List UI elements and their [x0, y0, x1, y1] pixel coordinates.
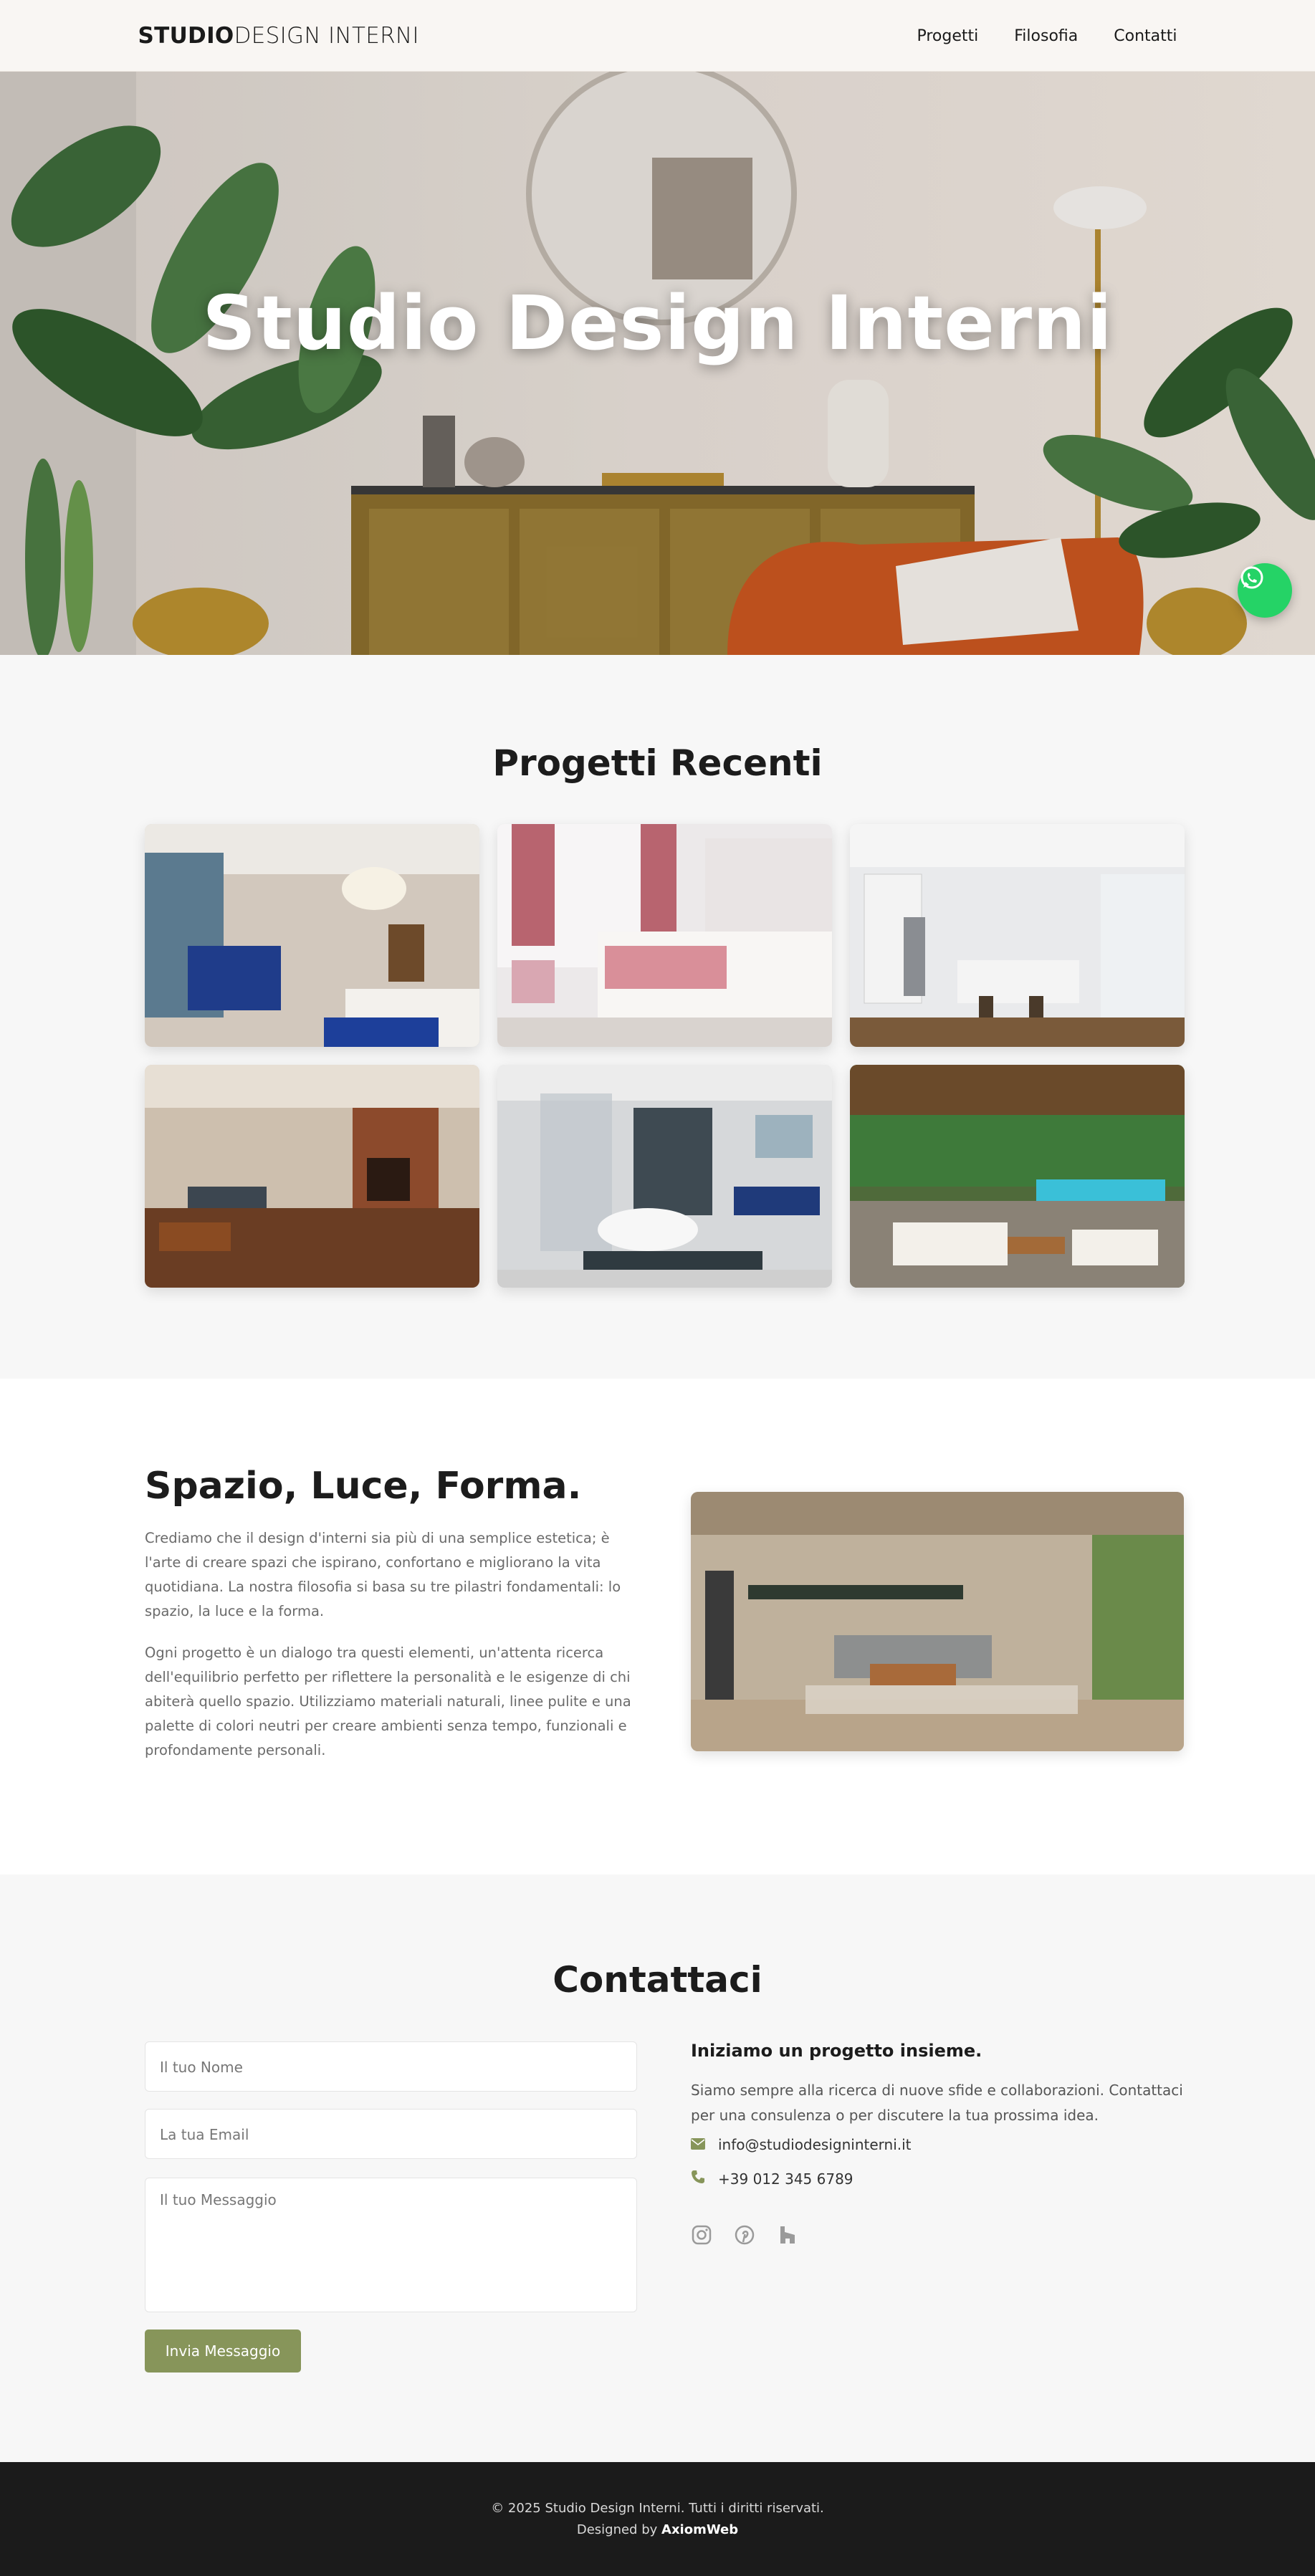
nav-link-progetti[interactable]: Progetti — [917, 27, 978, 45]
project-image — [145, 1065, 479, 1288]
project-image — [850, 824, 1185, 1047]
philosophy-text: Crediamo che il design d'interni sia più… — [145, 1526, 632, 1763]
contact-title: Contattaci — [553, 1959, 762, 2001]
project-image — [145, 824, 479, 1047]
philosophy-image — [691, 1492, 1184, 1751]
whatsapp-button[interactable] — [1238, 563, 1292, 618]
projects-title: Progetti Recenti — [492, 742, 823, 784]
site-header: STUDIODESIGN INTERNI Progetti Filosofia … — [0, 0, 1315, 72]
contact-email-row: info@studiodesigninterni.it — [691, 2136, 912, 2153]
hero-section: Studio Design Interni — [0, 72, 1315, 655]
footer-credits: Designed by AxiomWeb — [0, 2522, 1315, 2537]
footer-designed-by: Designed by — [576, 2522, 658, 2537]
project-image — [850, 1065, 1185, 1288]
nav-link-filosofia[interactable]: Filosofia — [1014, 27, 1078, 45]
philosophy-section: Spazio, Luce, Forma. Crediamo che il des… — [0, 1379, 1315, 1874]
contact-info-title: Iniziamo un progetto insieme. — [691, 2041, 982, 2061]
project-card-patio[interactable] — [850, 1065, 1185, 1288]
project-card-bathroom[interactable] — [497, 1065, 832, 1288]
instagram-icon[interactable] — [691, 2224, 712, 2246]
phone-icon — [691, 2170, 705, 2188]
message-textarea[interactable]: Il tuo Messaggio — [145, 2178, 637, 2312]
project-image — [497, 824, 832, 1047]
envelope-icon — [691, 2136, 705, 2153]
projects-section: Progetti Recenti — [0, 655, 1315, 1379]
project-image — [497, 1065, 832, 1288]
hero-title: Studio Design Interni — [202, 279, 1113, 367]
footer-copyright: © 2025 Studio Design Interni. Tutti i di… — [491, 2501, 824, 2516]
nav-link-contatti[interactable]: Contatti — [1114, 27, 1177, 45]
contact-phone[interactable]: +39 012 345 6789 — [718, 2170, 853, 2188]
logo-bold: STUDIO — [138, 23, 234, 49]
site-footer: © 2025 Studio Design Interni. Tutti i di… — [0, 2462, 1315, 2576]
logo[interactable]: STUDIODESIGN INTERNI — [138, 23, 419, 49]
houzz-icon[interactable] — [777, 2224, 798, 2246]
project-card-bedroom[interactable] — [497, 824, 832, 1047]
project-card-basement[interactable] — [145, 1065, 479, 1288]
contact-section: Contattaci Il tuo Nome La tua Email Il t… — [0, 1874, 1315, 2462]
contact-info-text: Siamo sempre alla ricerca di nuove sfide… — [691, 2082, 1183, 2124]
footer-agency-link[interactable]: AxiomWeb — [661, 2522, 738, 2537]
email-input[interactable]: La tua Email — [145, 2109, 637, 2159]
social-links — [691, 2224, 798, 2246]
pinterest-icon[interactable] — [734, 2224, 755, 2246]
name-input[interactable]: Il tuo Nome — [145, 2041, 637, 2092]
philosophy-paragraph: Ogni progetto è un dialogo tra questi el… — [145, 1644, 631, 1758]
main-nav: Progetti Filosofia Contatti — [917, 27, 1177, 45]
philosophy-title: Spazio, Luce, Forma. — [145, 1465, 582, 1508]
contact-email[interactable]: info@studiodesigninterni.it — [718, 2136, 912, 2153]
send-message-button[interactable]: Invia Messaggio — [145, 2330, 301, 2372]
projects-grid — [145, 824, 1185, 1288]
project-card-living-room[interactable] — [145, 824, 479, 1047]
philosophy-paragraph: Crediamo che il design d'interni sia più… — [145, 1530, 621, 1619]
project-card-kitchen[interactable] — [850, 824, 1185, 1047]
contact-phone-row: +39 012 345 6789 — [691, 2170, 853, 2188]
logo-light: DESIGN INTERNI — [234, 23, 419, 49]
